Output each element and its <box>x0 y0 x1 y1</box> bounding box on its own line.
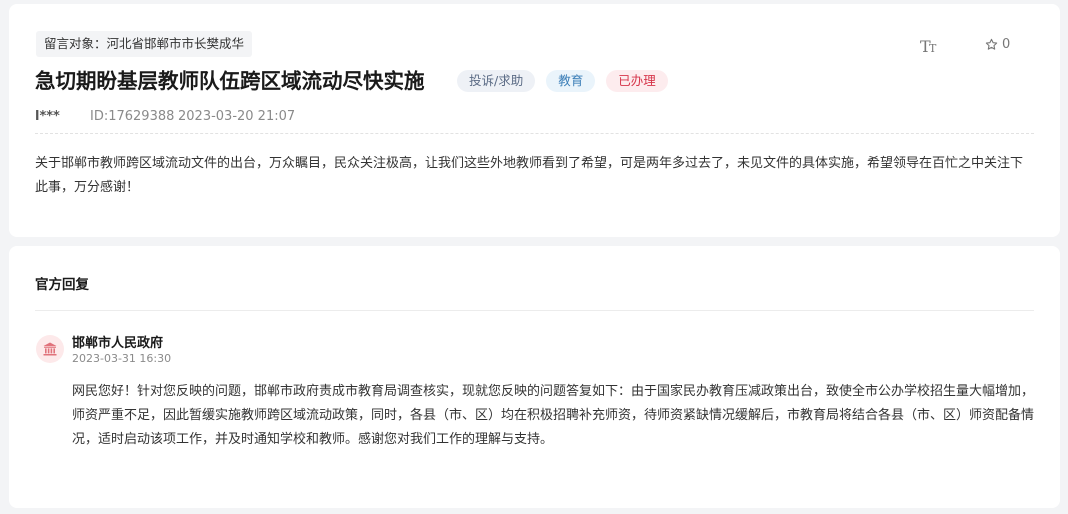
favorite-count: 0 <box>1002 37 1011 52</box>
star-icon <box>985 38 998 50</box>
post-meta: l*** ID:17629388 2023-03-20 21:07 <box>35 109 295 124</box>
message-target-label: 留言对象：河北省邯郸市市长樊成华 <box>36 31 253 57</box>
post-id: ID:17629388 <box>90 109 175 124</box>
complaint-content: 关于邯郸市教师跨区域流动文件的出台，万众瞩目，民众关注极高，让我们这些外地教师看… <box>35 156 1024 195</box>
reply-org-name: 邯郸市人民政府 <box>72 336 164 351</box>
status-badge: 已办理 <box>606 70 668 92</box>
type-tag: 投诉/求助 <box>457 70 536 92</box>
complaint-card: 留言对象：河北省邯郸市市长樊成华 TT 0 急切期盼基层教师队伍跨区域流动尽快实… <box>9 4 1060 237</box>
favorite-button[interactable]: 0 <box>985 37 1010 52</box>
reply-card: 官方回复 邯郸市人民政府 2023-03-31 16:30 网民您好！针对您反映… <box>9 246 1060 508</box>
category-tag: 教育 <box>546 70 596 92</box>
reply-time: 2023-03-31 16:30 <box>72 352 172 365</box>
text-size-icon[interactable]: TT <box>919 37 939 56</box>
government-building-icon <box>43 342 57 356</box>
page-title: 急切期盼基层教师队伍跨区域流动尽快实施 <box>35 69 425 93</box>
divider <box>35 310 1034 311</box>
reply-heading: 官方回复 <box>35 277 89 293</box>
author-name: l*** <box>35 109 60 124</box>
divider <box>35 133 1034 134</box>
tag-list: 投诉/求助 教育 已办理 <box>457 70 668 92</box>
reply-content: 网民您好！针对您反映的问题，邯郸市政府责成市教育局调查核实，现就您反映的问题答复… <box>72 384 1035 447</box>
avatar <box>36 335 64 363</box>
post-time: 2023-03-20 21:07 <box>178 109 296 124</box>
